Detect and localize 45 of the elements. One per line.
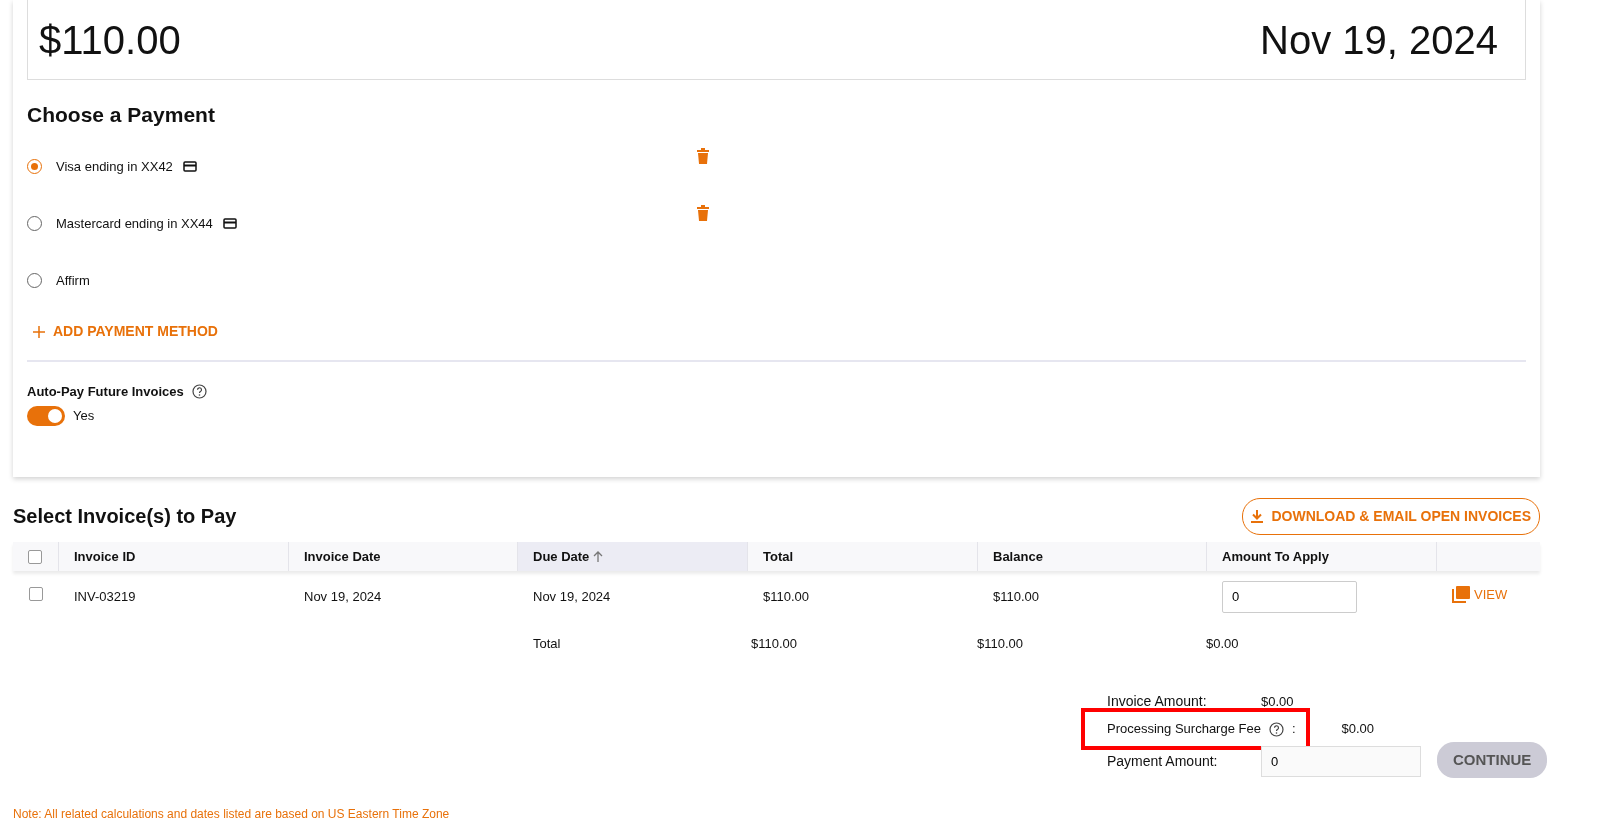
help-icon — [191, 384, 207, 400]
toggle-switch[interactable] — [27, 405, 65, 426]
section-heading: Select Invoice(s) to Pay — [13, 504, 237, 528]
table-cell: Nov 19, 2024 — [304, 588, 382, 604]
payment-amount-label: Payment Amount: — [1107, 751, 1219, 771]
help-icon — [1268, 721, 1284, 737]
column-header[interactable]: Invoice Date — [304, 546, 381, 567]
trash-icon[interactable] — [697, 148, 709, 165]
download-icon — [1251, 509, 1264, 523]
table-cell: $110.00 — [993, 588, 1040, 604]
payment-method-label: Visa ending in XX42 — [56, 158, 173, 177]
surcharge-amount: $0.00 — [1341, 720, 1375, 739]
credit-card-icon — [182, 161, 197, 173]
select-all-checkbox[interactable] — [28, 549, 42, 564]
toggle-value: Yes — [73, 406, 95, 425]
amount-due: $110.00 — [39, 16, 181, 64]
table-cell: INV-03219 — [74, 588, 136, 604]
surcharge-label: Processing Surcharge Fee — [1107, 720, 1261, 739]
column-header[interactable]: Total — [763, 546, 794, 567]
total-cell: $0.00 — [1206, 636, 1239, 652]
row-checkbox[interactable] — [29, 586, 43, 601]
invoice-amount-label: Invoice Amount: — [1107, 692, 1208, 711]
autopay-label: Auto-Pay Future Invoices — [27, 383, 184, 402]
amount-input[interactable]: 0 — [1222, 580, 1357, 613]
colon: : — [1291, 720, 1296, 739]
sort-arrow-icon — [593, 551, 604, 562]
payment-method-label: Affirm — [56, 272, 90, 291]
section-heading: Choose a Payment — [27, 102, 216, 128]
total-cell: Total — [533, 636, 561, 652]
table-cell: Nov 19, 2024 — [533, 588, 611, 604]
pdf-icon — [1452, 585, 1470, 603]
payment-amount-input[interactable]: 0 — [1261, 745, 1421, 777]
column-header[interactable]: Balance — [993, 546, 1043, 567]
column-header[interactable]: Amount To Apply — [1222, 546, 1329, 567]
total-cell: $110.00 — [977, 636, 1024, 652]
invoice-amount: $0.00 — [1261, 692, 1294, 711]
due-date: Nov 19, 2024 — [1260, 16, 1498, 64]
credit-card-icon — [222, 218, 237, 230]
table-cell: $110.00 — [763, 588, 810, 604]
payment-method-label: Mastercard ending in XX44 — [56, 215, 213, 234]
column-header[interactable]: Invoice ID — [74, 546, 136, 567]
total-cell: $110.00 — [751, 636, 798, 652]
trash-icon[interactable] — [697, 205, 709, 222]
plus-icon — [33, 325, 45, 338]
footnote: Note: All related calculations and dates listed are based on US Eastern Time Zone — [13, 806, 451, 823]
